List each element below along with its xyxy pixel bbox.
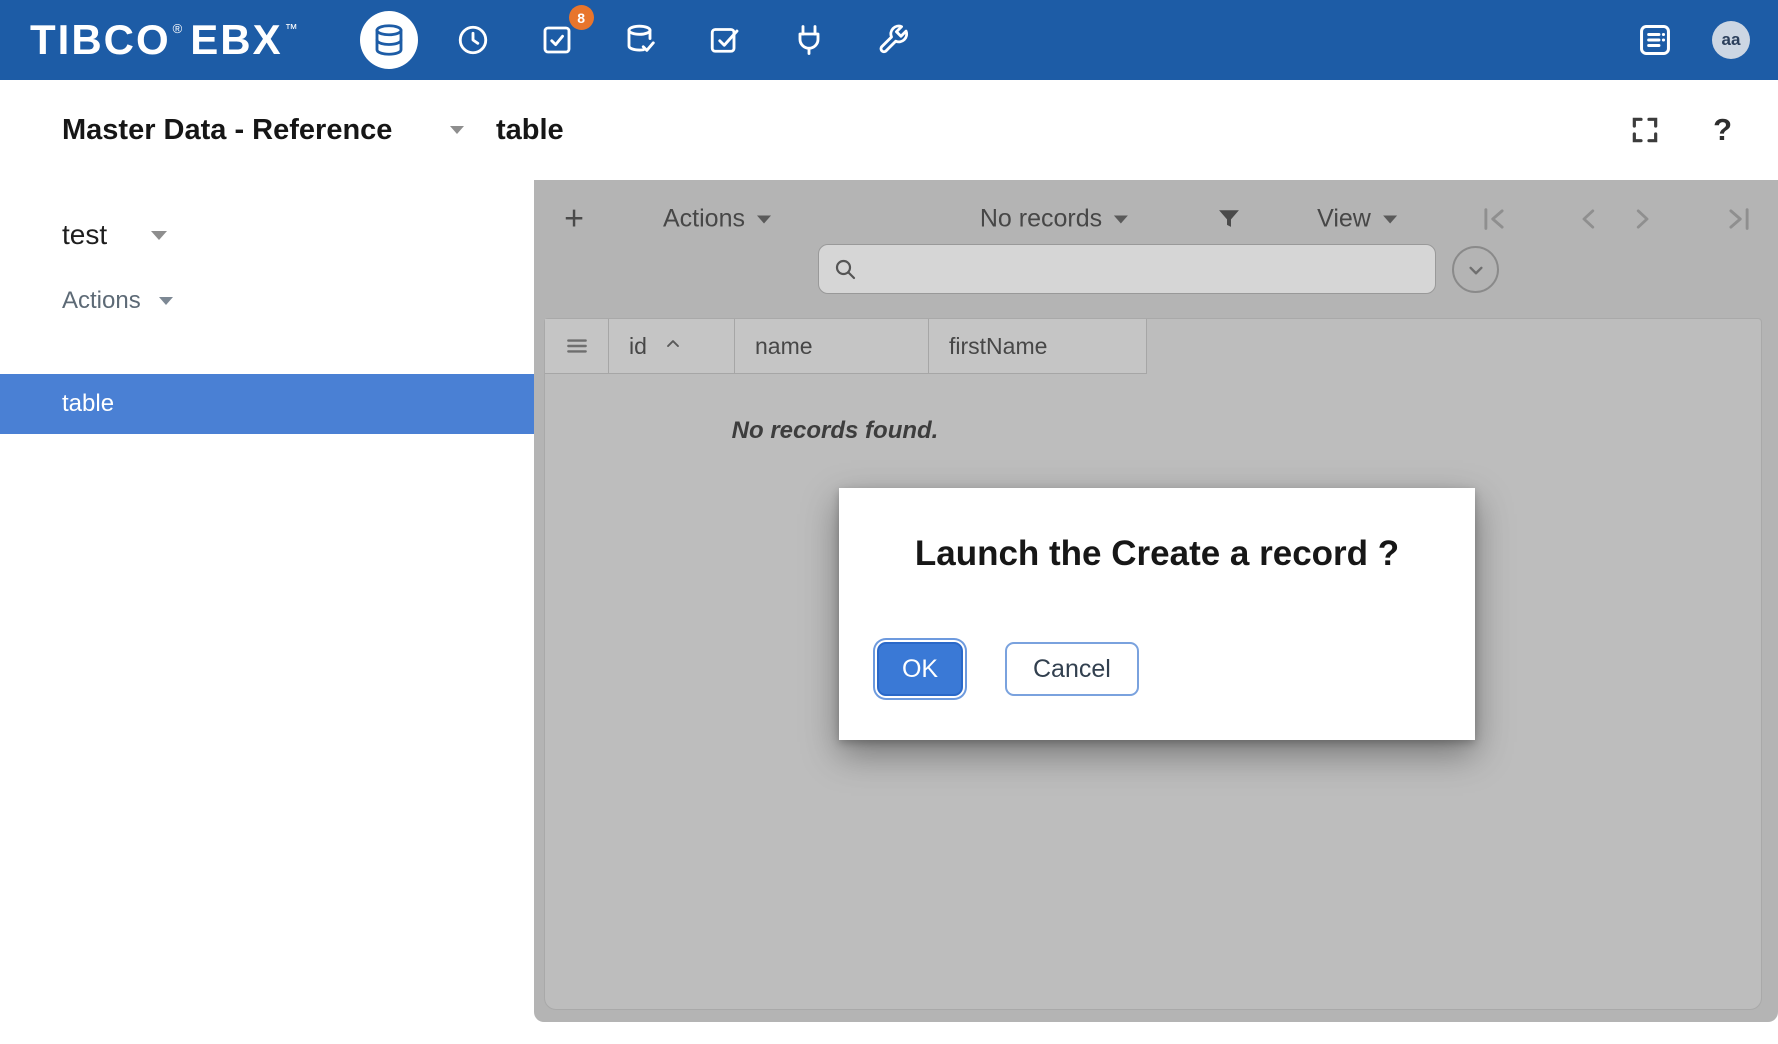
workspace: + Actions No records View: [534, 180, 1778, 1044]
wrench-icon: [875, 22, 911, 58]
search-input[interactable]: [867, 256, 1421, 282]
search-box: [818, 244, 1436, 294]
dataset-label: test: [62, 219, 107, 251]
empty-table-message: No records found.: [732, 417, 939, 445]
database-check-icon: [623, 22, 659, 58]
database-icon: [371, 22, 407, 58]
logo-product: EBX: [190, 16, 282, 64]
chevron-down-icon: [1383, 215, 1397, 223]
perspective-nav: 8: [360, 11, 922, 69]
clock-icon: [455, 22, 491, 58]
logo-brand: TIBCO: [30, 16, 171, 64]
column-label: id: [629, 333, 647, 360]
nav-admin-button[interactable]: [864, 11, 922, 69]
view-menu-button[interactable]: View: [1317, 205, 1397, 234]
nav-data-button[interactable]: [360, 11, 418, 69]
chevron-down-circle-icon: [1463, 257, 1489, 283]
sort-ascending-icon: [647, 333, 683, 360]
topbar-right-cluster: aa: [1636, 21, 1750, 59]
chevron-down-icon: [757, 215, 771, 223]
chevron-down-icon: [450, 126, 464, 134]
dataspace-label: Master Data - Reference: [62, 114, 392, 147]
nav-integration-button[interactable]: [780, 11, 838, 69]
nav-tasks-button[interactable]: 8: [528, 11, 586, 69]
user-avatar[interactable]: aa: [1712, 21, 1750, 59]
subheader-actions: ?: [1629, 112, 1778, 148]
top-bar: TIBCO® EBX™ 8 aa: [0, 0, 1778, 80]
main-area: test Actions table + Actions No records: [0, 180, 1778, 1044]
trademark-mark: ™: [285, 21, 300, 36]
column-header-id[interactable]: id: [609, 319, 735, 374]
modal-overlay: + Actions No records View: [534, 180, 1778, 1022]
page-title: table: [496, 114, 564, 147]
registered-mark: ®: [173, 21, 185, 36]
report-button[interactable]: [1636, 21, 1674, 59]
chevron-right-icon: [1627, 204, 1657, 234]
last-page-button[interactable]: [1724, 204, 1754, 234]
dataspace-selector[interactable]: Master Data - Reference: [0, 114, 472, 147]
search-row: [534, 244, 1778, 296]
first-page-icon: [1479, 204, 1509, 234]
dialog-title: Launch the Create a record ?: [839, 534, 1475, 574]
sub-header: Master Data - Reference table ?: [0, 80, 1778, 180]
chevron-down-icon: [159, 297, 173, 305]
hamburger-icon: [564, 333, 590, 359]
dialog-buttons: OK Cancel: [877, 642, 1139, 696]
funnel-icon: [1215, 205, 1243, 233]
tasks-badge: 8: [569, 5, 594, 30]
check-square-icon: [707, 22, 743, 58]
report-list-icon: [1636, 21, 1674, 59]
dataset-selector[interactable]: test: [0, 210, 534, 260]
previous-page-button[interactable]: [1574, 204, 1604, 234]
ok-button[interactable]: OK: [877, 642, 963, 696]
sidebar-actions-menu[interactable]: Actions: [0, 286, 534, 316]
fullscreen-button[interactable]: [1629, 114, 1661, 146]
first-page-button[interactable]: [1479, 204, 1509, 234]
plug-icon: [791, 22, 827, 58]
table-header-row: id name firstName: [545, 319, 1761, 374]
confirm-dialog: Launch the Create a record ? OK Cancel: [839, 488, 1475, 740]
column-header-name[interactable]: name: [735, 319, 929, 374]
view-menu-label: View: [1317, 205, 1371, 234]
nav-history-button[interactable]: [444, 11, 502, 69]
filter-button[interactable]: [1215, 205, 1243, 233]
nav-dataservices-button[interactable]: [612, 11, 670, 69]
column-label: firstName: [949, 333, 1047, 360]
column-menu-button[interactable]: [545, 319, 609, 374]
actions-menu-label: Actions: [663, 205, 745, 234]
chevron-down-icon: [151, 231, 167, 240]
sidebar: test Actions table: [0, 180, 534, 1044]
nav-validation-button[interactable]: [696, 11, 754, 69]
chevron-left-icon: [1574, 204, 1604, 234]
last-page-icon: [1724, 204, 1754, 234]
search-expand-button[interactable]: [1452, 246, 1499, 293]
records-count-dropdown[interactable]: No records: [980, 205, 1128, 234]
fullscreen-icon: [1629, 114, 1661, 146]
sidebar-item-table[interactable]: table: [0, 374, 534, 434]
column-header-firstname[interactable]: firstName: [929, 319, 1147, 374]
help-button[interactable]: ?: [1713, 112, 1732, 148]
add-record-button[interactable]: +: [564, 200, 584, 239]
column-label: name: [755, 333, 813, 360]
sidebar-actions-label: Actions: [62, 287, 141, 315]
chevron-down-icon: [1114, 215, 1128, 223]
tibco-ebx-logo: TIBCO® EBX™: [30, 16, 306, 64]
records-count-label: No records: [980, 205, 1102, 234]
next-page-button[interactable]: [1627, 204, 1657, 234]
sidebar-item-label: table: [62, 390, 114, 418]
task-check-icon: [539, 22, 575, 58]
search-icon: [833, 257, 857, 281]
cancel-button[interactable]: Cancel: [1005, 642, 1139, 696]
actions-menu-button[interactable]: Actions: [663, 205, 771, 234]
